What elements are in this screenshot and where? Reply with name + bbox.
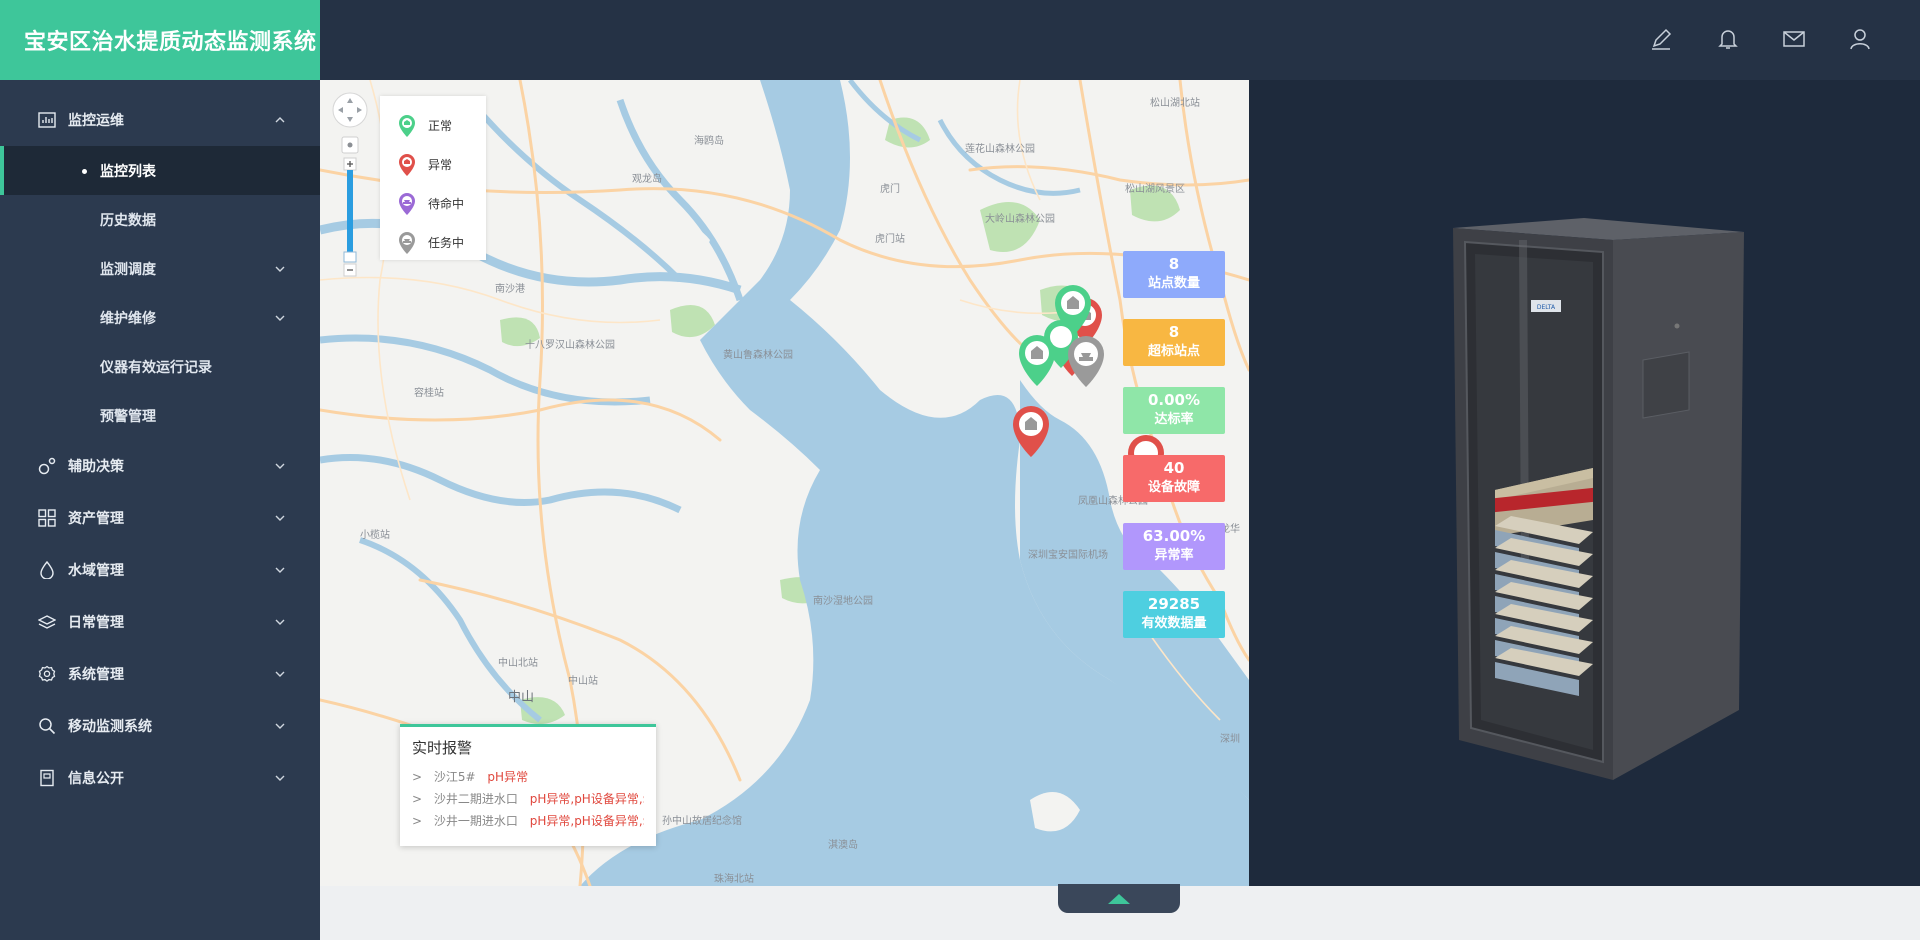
alarm-row[interactable]: > 沙江5# pH异常 [412,766,644,788]
row-arrow: > [412,770,423,784]
mail-icon[interactable] [1781,26,1807,52]
menu-label: 日常管理 [68,615,124,631]
stat-value: 8 [1168,323,1180,341]
menu-label: 监控运维 [68,113,124,129]
menu-label: 水域管理 [68,563,124,579]
menu-label: 辅助决策 [68,459,124,475]
stat-label: 达标率 [1154,412,1194,427]
menu-decision[interactable]: 辅助决策 [0,440,320,492]
stat-card-compliance-rate[interactable]: 0.00% 达标率 [1123,387,1225,434]
chevron-down-icon [275,671,285,677]
alarm-site: 沙江5# [433,770,476,784]
sidebar-item-label: 仪器有效运行记录 [100,359,212,376]
alarm-message: pH异常,pH设备异常,$ [529,814,644,828]
chevron-down-icon [275,266,285,272]
row-arrow: > [412,814,423,828]
menu-assets[interactable]: 资产管理 [0,492,320,544]
stat-label: 异常率 [1154,548,1194,563]
sidebar-item-label: 监测调度 [100,261,156,278]
station-marker-red[interactable] [1013,406,1049,457]
sidebar-item-maintenance[interactable]: 维护维修 [0,293,320,342]
menu-public-info[interactable]: 信息公开 [0,752,320,804]
user-icon[interactable] [1847,26,1873,52]
menu-waters[interactable]: 水域管理 [0,544,320,596]
stat-card-valid-data[interactable]: 29285 有效数据量 [1123,591,1225,638]
sidebar-item-run-records[interactable]: 仪器有效运行记录 [0,342,320,391]
sidebar: 宝安区治水提质动态监测系统 监控运维 监控列表 历史数据 监测调度 维护维修 仪… [0,0,320,940]
decision-icon [38,457,56,475]
water-drop-icon [38,561,56,579]
station-marker-green[interactable] [1019,335,1055,386]
station-marker-gray[interactable] [1068,336,1104,387]
active-dot [82,168,87,174]
book-icon [38,769,56,787]
menu-label: 系统管理 [68,667,124,683]
stat-label: 站点数量 [1147,276,1200,291]
search-icon [38,717,56,735]
menu-label: 信息公开 [68,771,124,787]
stat-card-device-faults[interactable]: 40 设备故障 [1123,455,1225,502]
row-arrow: > [412,792,423,806]
alarm-title: 实时报警 [412,739,473,757]
alarm-row[interactable]: > 沙井一期进水口 pH异常,pH设备异常,$ [412,810,644,832]
stat-value: 40 [1163,459,1185,477]
chevron-down-icon [275,515,285,521]
layers-icon [38,613,56,631]
realtime-alarm-panel: 实时报警 > 沙江5# pH异常 > 沙井二期进水口 pH异常,pH设备异常,$… [400,724,656,846]
stat-card-abnormal-rate[interactable]: 63.00% 异常率 [1123,523,1225,570]
alarm-row[interactable]: > 沙井二期进水口 pH异常,pH设备异常,$ [412,788,644,810]
alarm-site: 沙井二期进水口 [433,792,518,806]
chart-icon [38,111,56,129]
expand-drawer-button[interactable] [1058,884,1180,913]
chevron-down-icon [275,775,285,781]
triangle-up-icon [1108,894,1130,904]
chevron-down-icon [275,723,285,729]
chevron-up-icon [275,117,285,123]
sidebar-menu: 监控运维 监控列表 历史数据 监测调度 维护维修 仪器有效运行记录 预警管理 辅… [0,80,320,804]
stat-card-stations[interactable]: 8 站点数量 [1123,251,1225,298]
menu-mobile-monitor[interactable]: 移动监测系统 [0,700,320,752]
sidebar-item-history[interactable]: 历史数据 [0,195,320,244]
stat-value: 0.00% [1147,391,1201,409]
menu-monitor-ops[interactable]: 监控运维 [0,94,320,146]
bell-icon[interactable] [1715,26,1741,52]
stat-label: 超标站点 [1147,344,1200,359]
sidebar-item-label: 监控列表 [100,163,156,180]
stat-value: 8 [1168,255,1180,273]
edit-icon[interactable] [1648,26,1674,52]
sidebar-item-monitor-list[interactable]: 监控列表 [0,146,320,195]
chevron-down-icon [275,463,285,469]
cabinet-3d-model: DELTA [1453,218,1744,780]
grid-icon [38,509,56,527]
sidebar-item-label: 历史数据 [100,212,156,229]
chevron-down-icon [275,619,285,625]
menu-label: 资产管理 [68,511,124,527]
alarm-site: 沙井一期进水口 [433,814,518,828]
chevron-down-icon [275,315,285,321]
chevron-down-icon [275,567,285,573]
stat-value: 29285 [1147,595,1201,613]
alarm-message: pH异常 [487,770,529,784]
sidebar-item-label: 维护维修 [100,310,156,327]
menu-daily[interactable]: 日常管理 [0,596,320,648]
alarm-message: pH异常,pH设备异常,$ [529,792,644,806]
equipment-3d-view[interactable]: DELTA [1249,80,1920,886]
menu-label: 移动监测系统 [68,719,152,735]
gear-icon [38,665,56,683]
sidebar-item-dispatch[interactable]: 监测调度 [0,244,320,293]
sidebar-item-alerts[interactable]: 预警管理 [0,391,320,440]
stat-card-exceeded[interactable]: 8 超标站点 [1123,319,1225,366]
stat-value: 63.00% [1142,527,1206,545]
app-title: 宝安区治水提质动态监测系统 [0,0,320,80]
top-header [320,0,1920,80]
stat-label: 设备故障 [1147,480,1200,495]
sidebar-item-label: 预警管理 [100,408,156,425]
map-view[interactable]: 海鸥岛 观龙岛 莲花山森林公园 松山湖北站 松山湖风景区 大岭山森林公园 虎门站… [320,80,1249,886]
menu-system[interactable]: 系统管理 [0,648,320,700]
cabinet-brand: DELTA [1537,304,1556,311]
stat-label: 有效数据量 [1141,616,1207,631]
